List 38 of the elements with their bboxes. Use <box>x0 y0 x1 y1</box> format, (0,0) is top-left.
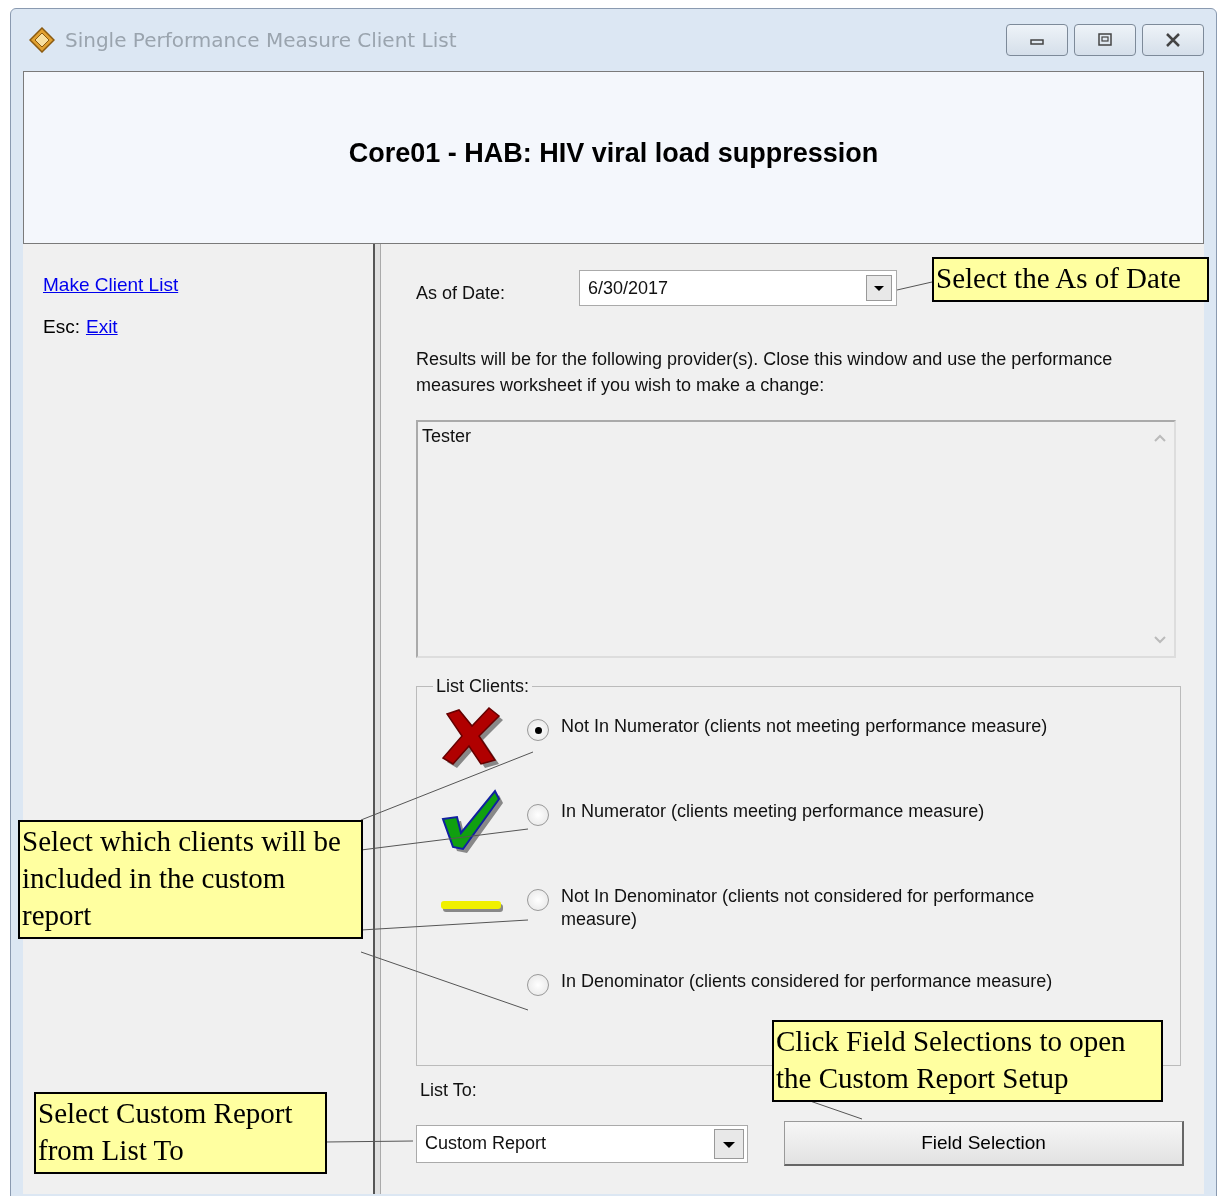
sidebar-link[interactable]: Make Client List <box>43 274 179 296</box>
window-title: Single Performance Measure Client List <box>65 28 457 52</box>
shortcut-label: Esc: <box>43 316 80 338</box>
minimize-button[interactable] <box>1006 24 1068 56</box>
field-label: As of Date: <box>416 281 507 304</box>
callout-note: Select which clients will be included in the custom report <box>18 820 363 939</box>
radio-button[interactable] <box>527 804 549 826</box>
field-label: List To: <box>420 1080 477 1101</box>
measure-title: Core01 - HAB: HIV viral load suppression <box>348 138 879 169</box>
sidebar-link[interactable]: Exit <box>85 316 118 338</box>
list-to-dropdown[interactable]: Custom Report <box>416 1124 748 1163</box>
field-selection-button[interactable]: Field Selection <box>784 1121 1184 1166</box>
maximize-button[interactable] <box>1074 24 1136 56</box>
callout-note: Select Custom Report from List To <box>34 1092 327 1174</box>
radio-label[interactable]: Not In Numerator (clients not meeting performance measure) <box>561 715 1071 738</box>
splitter[interactable] <box>373 244 381 1194</box>
diamond-icon <box>29 27 55 53</box>
date-dropdown[interactable]: 6/30/2017 <box>579 270 897 306</box>
instructions-text: Results will be for the following provider(s). Close this window and use the performance measures worksheet if you wish to make a change: <box>416 348 1114 397</box>
cross-icon <box>439 704 505 768</box>
leader-line <box>896 281 933 291</box>
radio-label[interactable]: Not In Denominator (clients not considered for performance measure) <box>561 885 1071 931</box>
checkmark-icon <box>439 789 505 853</box>
group-label: List Clients: <box>435 676 531 697</box>
leader-line <box>809 1100 863 1120</box>
radio-button[interactable] <box>527 974 549 996</box>
dash-icon <box>439 898 505 914</box>
callout-note: Click Field Selections to open the Custom Report Setup <box>772 1020 1163 1102</box>
radio-label[interactable]: In Numerator (clients meeting performance measure) <box>561 800 1071 823</box>
radio-label[interactable]: In Denominator (clients considered for performance measure) <box>561 970 1071 993</box>
close-icon[interactable] <box>1164 33 1182 47</box>
close-button[interactable] <box>1142 24 1204 56</box>
provider-list[interactable]: Tester <box>416 420 1176 658</box>
restore-icon[interactable] <box>1096 33 1114 47</box>
radio-button[interactable] <box>527 719 549 741</box>
callout-note: Select the As of Date <box>932 257 1209 302</box>
list-item[interactable]: Tester <box>422 426 472 446</box>
radio-button[interactable] <box>527 889 549 911</box>
